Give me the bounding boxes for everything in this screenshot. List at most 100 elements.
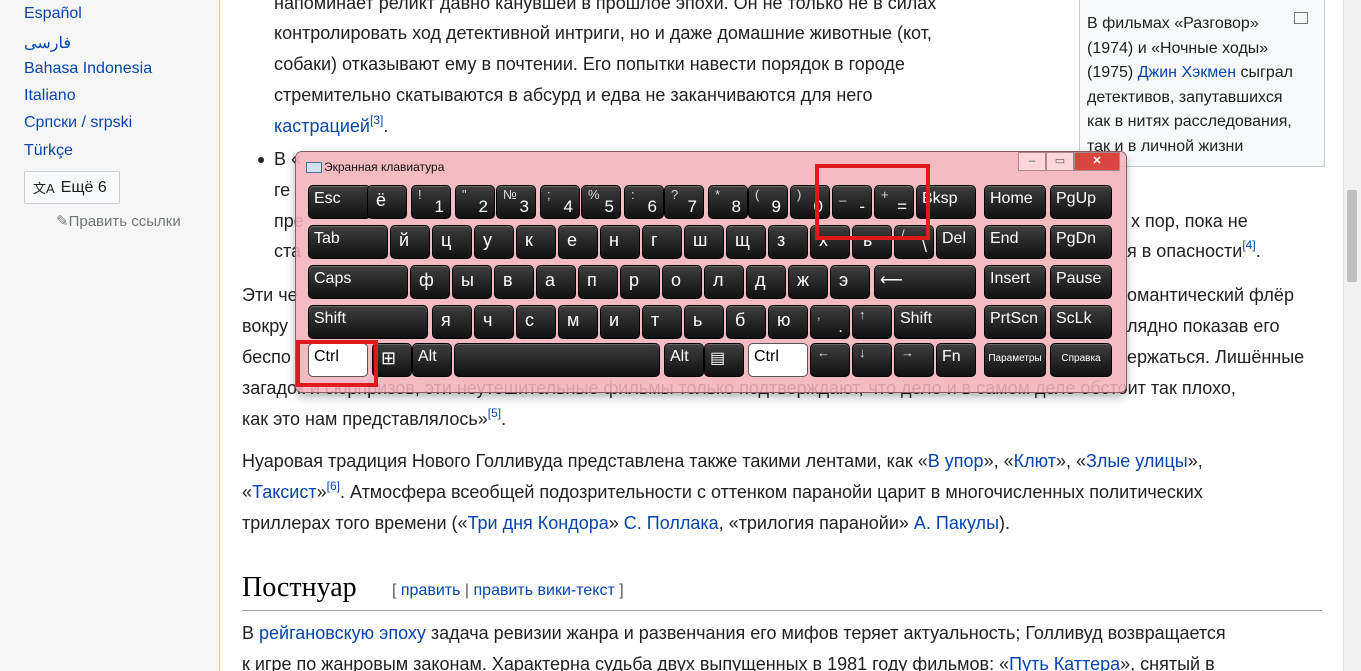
key-u[interactable]: г — [642, 225, 682, 259]
link-point-blank[interactable]: В упор — [928, 451, 984, 471]
link-castration[interactable]: кастрацией — [274, 116, 370, 136]
maximize-button[interactable]: ▭ — [1046, 152, 1074, 171]
key-f[interactable]: а — [536, 265, 576, 299]
key-space[interactable] — [454, 343, 660, 377]
key-8[interactable]: * 8 — [708, 185, 748, 219]
key-h[interactable]: р — [620, 265, 660, 299]
key-arrow-right[interactable]: → — [894, 343, 934, 377]
key-d[interactable]: в — [494, 265, 534, 299]
ref-4[interactable]: [4] — [1242, 238, 1255, 252]
ref-3[interactable]: [3] — [370, 113, 383, 127]
key-enter[interactable]: ⟵ — [874, 265, 976, 299]
link-mean-streets[interactable]: Злые улицы — [1086, 451, 1188, 471]
key-pgdn[interactable]: PgDn — [1050, 225, 1112, 259]
key-slash[interactable]: ,. — [810, 305, 850, 339]
link-three-days[interactable]: Три дня Кондора — [468, 513, 609, 533]
ref-5[interactable]: [5] — [488, 406, 501, 420]
key-esc[interactable]: Esc — [308, 185, 371, 219]
link-klute[interactable]: Клют — [1014, 451, 1056, 471]
key-end[interactable]: End — [984, 225, 1046, 259]
key-arrow-left[interactable]: ← — [810, 343, 850, 377]
key-quote[interactable]: э — [830, 265, 870, 299]
key-insert[interactable]: Insert — [984, 265, 1046, 299]
key-arrow-down[interactable]: ↓ — [852, 343, 892, 377]
lang-link-tr[interactable]: Türkçe — [24, 142, 73, 160]
key-c[interactable]: с — [516, 305, 556, 339]
key-r[interactable]: к — [516, 225, 556, 259]
key-pgup[interactable]: PgUp — [1050, 185, 1112, 219]
key-q[interactable]: й — [390, 225, 430, 259]
key-options[interactable]: Параметры — [984, 343, 1046, 377]
key-comma[interactable]: б — [726, 305, 766, 339]
key-m[interactable]: ь — [684, 305, 724, 339]
key-n[interactable]: т — [642, 305, 682, 339]
ref-6[interactable]: [6] — [327, 479, 340, 493]
key-i[interactable]: ш — [684, 225, 724, 259]
key-2[interactable]: " 2 — [455, 185, 495, 219]
key-del[interactable]: Del — [936, 225, 976, 259]
more-languages-button[interactable]: 文A Ещё 6 — [24, 171, 120, 204]
key-help[interactable]: Справка — [1050, 343, 1112, 377]
key-b[interactable]: и — [600, 305, 640, 339]
key-e[interactable]: у — [474, 225, 514, 259]
link-pollack[interactable]: С. Поллака — [624, 513, 719, 533]
link-taxi-driver[interactable]: Таксист — [252, 482, 317, 502]
key-a[interactable]: ф — [410, 265, 450, 299]
key-fn[interactable]: Fn — [936, 343, 976, 377]
key-p[interactable]: з — [768, 225, 808, 259]
key-z[interactable]: я — [432, 305, 472, 339]
key-arrow-up[interactable]: ↑ — [852, 305, 892, 339]
minimize-button[interactable]: – — [1018, 152, 1046, 171]
key-tab[interactable]: Tab — [308, 225, 388, 259]
key-s[interactable]: ы — [452, 265, 492, 299]
key-x[interactable]: ч — [474, 305, 514, 339]
lang-link-fa[interactable]: فارسی — [24, 33, 71, 53]
key-windows[interactable]: ⊞ — [372, 343, 412, 377]
key-j[interactable]: о — [662, 265, 702, 299]
key-7[interactable]: ? 7 — [664, 185, 704, 219]
key-o[interactable]: щ — [726, 225, 766, 259]
key-period[interactable]: ю — [768, 305, 808, 339]
key-k[interactable]: л — [704, 265, 744, 299]
close-button[interactable]: ✕ — [1074, 152, 1120, 171]
key-ctrl-right[interactable]: Ctrl — [748, 343, 808, 377]
edit-source-link[interactable]: править вики-текст — [474, 582, 615, 599]
key-alt-left[interactable]: Alt — [412, 343, 452, 377]
lang-link-it[interactable]: Italiano — [24, 87, 76, 105]
scrollbar-thumb[interactable] — [1347, 190, 1357, 282]
key-l[interactable]: д — [746, 265, 786, 299]
link-pakula[interactable]: А. Пакулы — [914, 513, 999, 533]
key-5[interactable]: % 5 — [581, 185, 621, 219]
key-caps[interactable]: Caps — [308, 265, 408, 299]
link-reagan-era[interactable]: рейгановскую эпоху — [259, 623, 426, 643]
link-gene-hackman[interactable]: Джин Хэкмен — [1138, 64, 1236, 81]
key-4[interactable]: ; 4 — [540, 185, 580, 219]
key-3[interactable]: № 3 — [496, 185, 536, 219]
key-prtscn[interactable]: PrtScn — [984, 305, 1046, 339]
edit-links-link[interactable]: ✎Править ссылки — [56, 212, 181, 230]
key-9[interactable]: (9 — [748, 185, 788, 219]
key-w[interactable]: ц — [432, 225, 472, 259]
key-shift-left[interactable]: Shift — [308, 305, 428, 339]
key-6[interactable]: :6 — [624, 185, 664, 219]
key-y[interactable]: н — [600, 225, 640, 259]
key-t[interactable]: е — [558, 225, 598, 259]
key-yo[interactable]: ё — [367, 185, 407, 219]
key-sclk[interactable]: ScLk — [1050, 305, 1112, 339]
key-pause[interactable]: Pause — [1050, 265, 1112, 299]
lang-link-es[interactable]: Español — [24, 5, 82, 23]
page-scrollbar[interactable] — [1343, 0, 1361, 671]
key-v[interactable]: м — [558, 305, 598, 339]
key-shift-right[interactable]: Shift — [894, 305, 976, 339]
key-1[interactable]: ! 1 — [411, 185, 451, 219]
link-cutters-way[interactable]: Путь Каттера — [1009, 654, 1120, 671]
lang-link-sr[interactable]: Српски / srpski — [24, 114, 132, 132]
key-alt-right[interactable]: Alt — [664, 343, 704, 377]
lang-link-id[interactable]: Bahasa Indonesia — [24, 60, 152, 78]
key-menu[interactable]: ▤ — [704, 343, 744, 377]
edit-section-link[interactable]: править — [401, 582, 461, 599]
enlarge-icon[interactable] — [1294, 12, 1308, 24]
key-g[interactable]: п — [578, 265, 618, 299]
key-semicolon[interactable]: ж — [788, 265, 828, 299]
key-home[interactable]: Home — [984, 185, 1046, 219]
